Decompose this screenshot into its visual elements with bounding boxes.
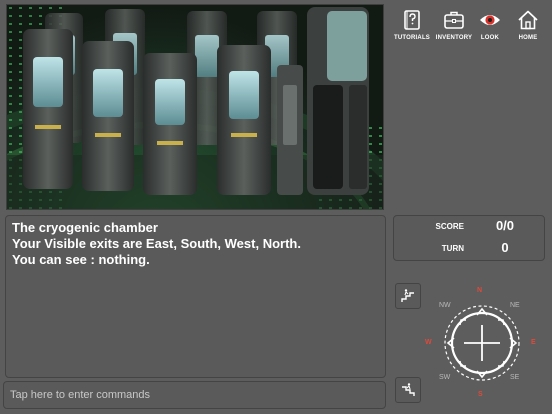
stairs-up-icon bbox=[401, 289, 414, 302]
direction-north[interactable]: N bbox=[477, 287, 482, 295]
command-input[interactable]: Tap here to enter commands bbox=[3, 381, 386, 409]
score-label: SCORE bbox=[435, 222, 464, 231]
tutorials-label: TUTORIALS bbox=[393, 35, 431, 41]
compass-rose-icon[interactable] bbox=[442, 303, 522, 383]
score-value: 0/0 bbox=[495, 218, 515, 233]
toolbar: TUTORIALS INVENTORY LOOK HOME bbox=[392, 6, 548, 46]
visible-items-text: You can see : nothing. bbox=[12, 252, 150, 267]
score-row: SCORE 0/0 bbox=[394, 216, 544, 238]
exits-text: Your Visible exits are East, South, West… bbox=[12, 236, 301, 251]
command-placeholder: Tap here to enter commands bbox=[10, 389, 151, 401]
inventory-button[interactable]: INVENTORY bbox=[434, 6, 474, 46]
home-label: HOME bbox=[518, 35, 538, 41]
direction-south[interactable]: S bbox=[478, 391, 483, 399]
game-output: The cryogenic chamber Your Visible exits… bbox=[5, 215, 386, 378]
direction-east[interactable]: E bbox=[531, 339, 536, 347]
eye-icon bbox=[480, 15, 500, 25]
house-icon bbox=[518, 10, 538, 30]
home-button[interactable]: HOME bbox=[508, 6, 548, 46]
room-title: The cryogenic chamber bbox=[12, 220, 158, 235]
cryogenic-chamber-illustration bbox=[7, 5, 383, 209]
inventory-label: INVENTORY bbox=[435, 35, 473, 41]
book-question-icon bbox=[404, 10, 420, 30]
turn-label: TURN bbox=[441, 244, 464, 253]
look-button[interactable]: LOOK bbox=[470, 6, 510, 46]
turn-row: TURN 0 bbox=[394, 238, 544, 260]
stairs-down-icon bbox=[402, 383, 415, 396]
score-panel: SCORE 0/0 TURN 0 bbox=[393, 215, 545, 261]
briefcase-icon bbox=[444, 11, 464, 29]
tutorials-button[interactable]: TUTORIALS bbox=[392, 6, 432, 46]
scene-image bbox=[6, 4, 384, 210]
direction-west[interactable]: W bbox=[425, 339, 432, 347]
turn-value: 0 bbox=[501, 240, 509, 255]
look-label: LOOK bbox=[480, 35, 500, 41]
compass: N NE E SE S SW W NW bbox=[416, 284, 546, 410]
